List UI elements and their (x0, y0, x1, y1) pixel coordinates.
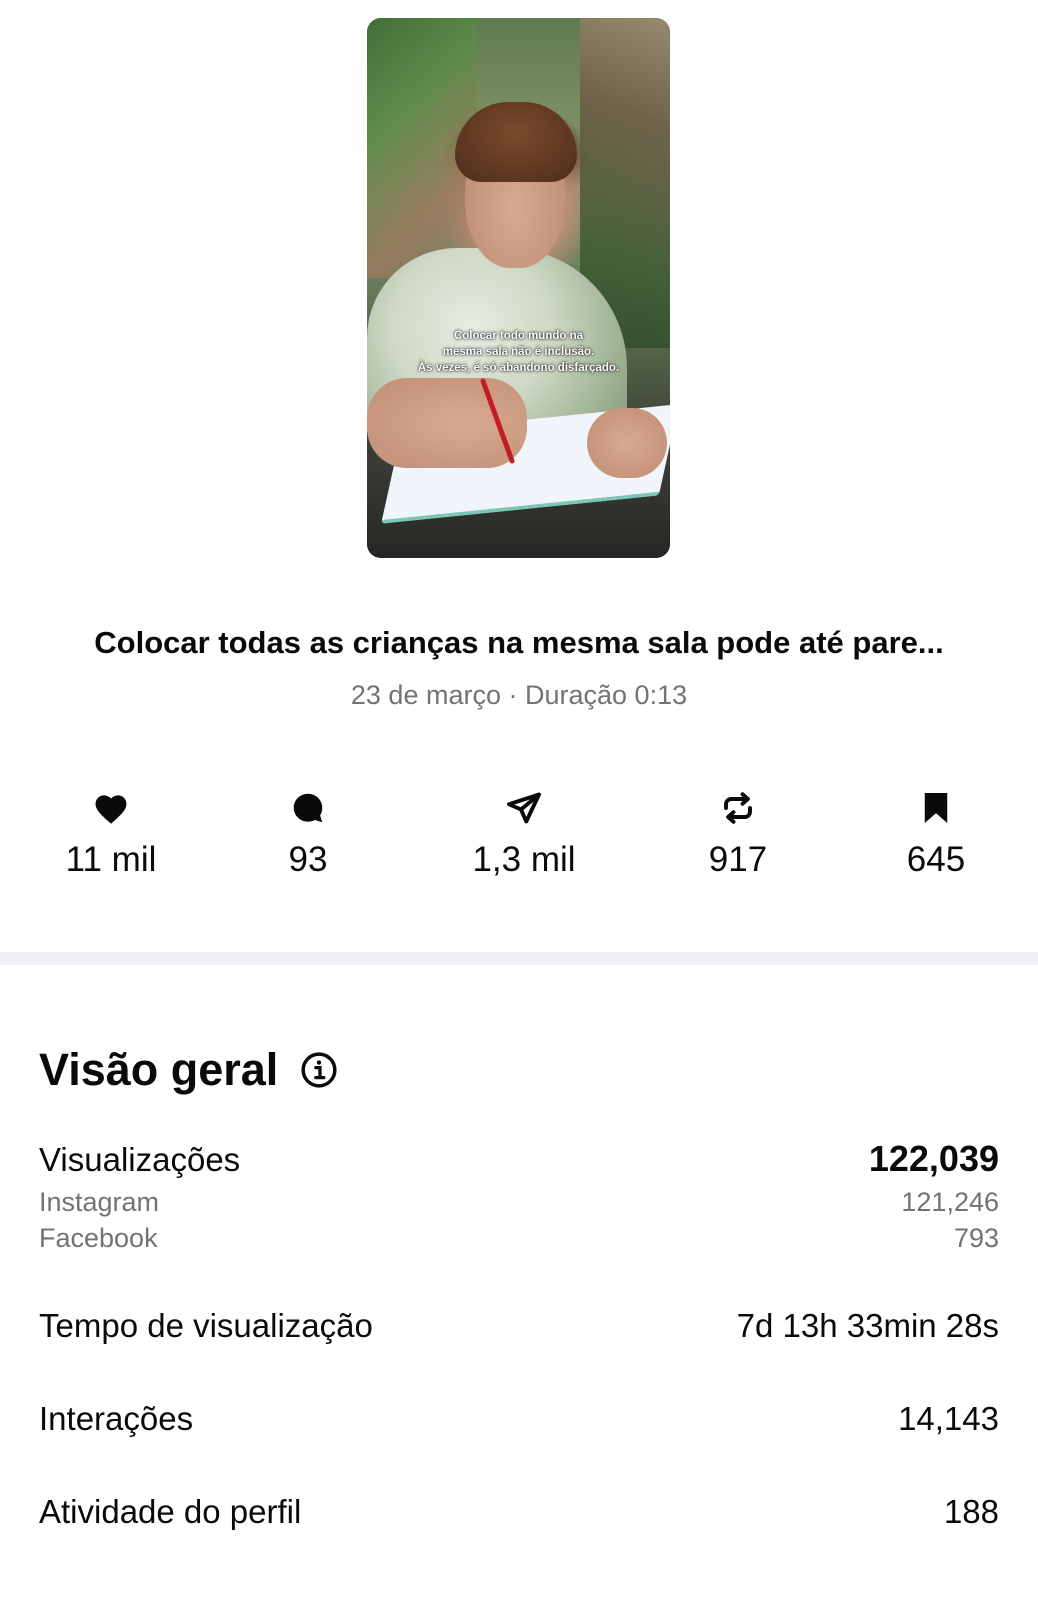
comment-icon (293, 793, 323, 823)
views-label: Visualizações (39, 1141, 241, 1178)
caption-line: mesma sala não é inclusão. (442, 346, 595, 358)
stat-reposts: 917 (658, 790, 818, 880)
stat-comments: 93 (228, 790, 388, 880)
heart-icon (95, 795, 127, 824)
instagram-value: 121,246 (901, 1187, 999, 1217)
post-meta: 23 de março · Duração 0:13 (0, 680, 1038, 711)
comments-count: 93 (288, 840, 328, 879)
section-divider (0, 952, 1038, 965)
profile-activity-label: Atividade do perfil (39, 1493, 302, 1530)
post-insights-page: Colocar todo mundo na mesma sala não é i… (0, 0, 1038, 1600)
instagram-label: Instagram (39, 1187, 160, 1217)
interactions-value: 14,143 (898, 1400, 999, 1437)
views-total: 122,039 (868, 1138, 999, 1179)
post-date: 23 de março (350, 680, 501, 710)
facebook-row: Facebook 793 (39, 1223, 999, 1254)
post-duration: Duração 0:13 (525, 680, 688, 710)
person-arm (367, 378, 527, 468)
stat-saves: 645 (856, 790, 1016, 880)
profile-activity-value: 188 (943, 1493, 999, 1530)
facebook-value: 793 (953, 1223, 999, 1253)
interactions-label: Interações (39, 1400, 194, 1437)
views-row: Visualizações 122,039 (39, 1138, 999, 1180)
meta-separator: · (508, 680, 525, 710)
saves-count: 645 (906, 840, 966, 879)
facebook-label: Facebook (39, 1223, 158, 1253)
profile-activity-row[interactable]: Atividade do perfil 188 (39, 1493, 999, 1531)
caption-line: Colocar todo mundo na (453, 330, 584, 342)
stat-shares: 1,3 mil (444, 790, 604, 880)
shares-count: 1,3 mil (472, 840, 576, 879)
video-thumbnail[interactable]: Colocar todo mundo na mesma sala não é i… (367, 18, 670, 558)
watch-time-label: Tempo de visualização (39, 1307, 373, 1344)
overview-title: Visão geral (39, 1044, 279, 1095)
video-caption: Colocar todo mundo na mesma sala não é i… (367, 328, 670, 376)
info-icon[interactable] (300, 1051, 338, 1089)
bookmark-icon (924, 793, 948, 823)
interactions-row[interactable]: Interações 14,143 (39, 1400, 999, 1438)
stat-likes: 11 mil (31, 790, 191, 880)
person-hand (587, 408, 667, 478)
repost-icon (724, 792, 752, 824)
instagram-row: Instagram 121,246 (39, 1187, 999, 1218)
post-title[interactable]: Colocar todas as crianças na mesma sala … (0, 625, 1038, 661)
send-icon (507, 792, 541, 824)
person-hair (455, 102, 577, 182)
watch-time-value: 7d 13h 33min 28s (736, 1307, 999, 1344)
overview-heading: Visão geral (39, 1044, 338, 1096)
reposts-count: 917 (708, 840, 768, 879)
caption-line: Às vezes, é só abandono disfarçado. (417, 362, 620, 374)
watch-time-row: Tempo de visualização 7d 13h 33min 28s (39, 1307, 999, 1345)
likes-count: 11 mil (65, 840, 157, 879)
